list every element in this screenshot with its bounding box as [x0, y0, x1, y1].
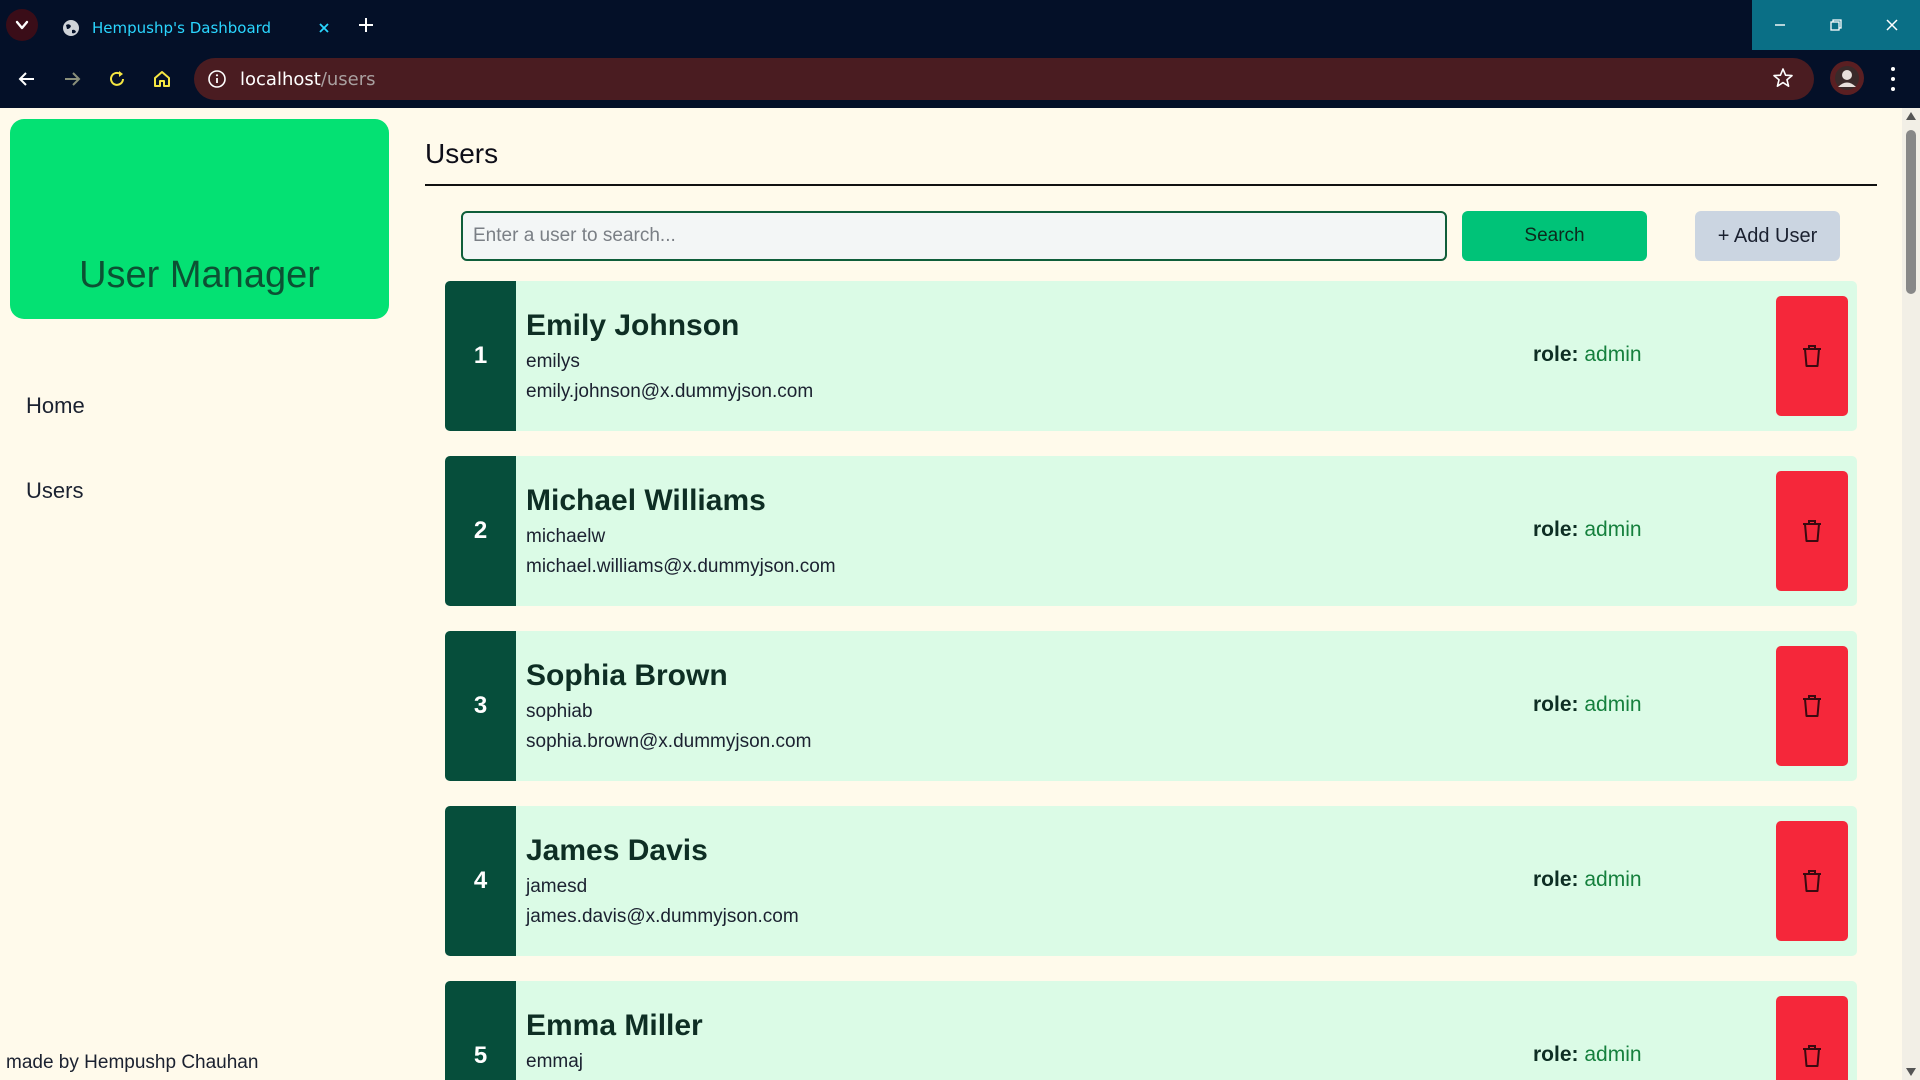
role-value: admin — [1584, 343, 1642, 366]
user-username: jamesd — [526, 876, 588, 897]
user-email: michael.williams@x.dummyjson.com — [526, 556, 836, 577]
user-email: james.davis@x.dummyjson.com — [526, 906, 799, 927]
address-bar[interactable]: localhost/users — [194, 58, 1814, 100]
scroll-thumb[interactable] — [1906, 130, 1916, 294]
profile-avatar[interactable] — [1830, 61, 1864, 95]
role-label: role: — [1533, 518, 1579, 541]
arrow-left-icon — [18, 72, 34, 86]
role-value: admin — [1584, 868, 1642, 891]
user-role: role: admin — [1533, 693, 1642, 717]
user-email: emily.johnson@x.dummyjson.com — [526, 381, 814, 402]
back-button[interactable] — [14, 66, 40, 92]
user-email: sophia.brown@x.dummyjson.com — [526, 731, 812, 752]
role-label: role: — [1533, 693, 1579, 716]
user-name: James Davis — [526, 834, 708, 867]
scroll-up-icon[interactable] — [1906, 112, 1916, 120]
footer-credit: made by Hempushp Chauhan — [6, 1052, 259, 1073]
browser-tab[interactable]: Hempushp's Dashboard — [52, 6, 344, 50]
close-icon — [1886, 19, 1898, 31]
restore-icon — [1830, 19, 1842, 31]
role-value: admin — [1584, 693, 1642, 716]
user-card: 4 James Davis jamesd james.davis@x.dummy… — [445, 806, 1857, 956]
brand-panel: User Manager — [10, 119, 389, 319]
sidebar-item-users[interactable]: Users — [26, 478, 83, 504]
trash-icon — [1803, 695, 1821, 717]
user-username: michaelw — [526, 526, 606, 547]
reload-button[interactable] — [104, 66, 130, 92]
sidebar: User Manager Home Users made by Hempushp… — [0, 108, 400, 1080]
role-value: admin — [1584, 518, 1642, 541]
delete-user-button[interactable] — [1776, 821, 1848, 941]
user-username: emmaj — [526, 1051, 584, 1072]
delete-user-button[interactable] — [1776, 646, 1848, 766]
url-path: /users — [320, 68, 376, 90]
search-button[interactable]: Search — [1462, 211, 1647, 261]
search-input[interactable] — [461, 211, 1447, 261]
page-title: Users — [425, 138, 499, 169]
user-name: Emma Miller — [526, 1009, 703, 1042]
role-label: role: — [1533, 1043, 1579, 1066]
user-name: Emily Johnson — [526, 309, 740, 342]
page-viewport: User Manager Home Users made by Hempushp… — [0, 108, 1902, 1080]
role-label: role: — [1533, 868, 1579, 891]
user-name: Sophia Brown — [526, 659, 728, 692]
trash-icon — [1803, 1045, 1821, 1067]
role-value: admin — [1584, 1043, 1642, 1066]
user-username: sophiab — [526, 701, 593, 722]
user-index: 2 — [445, 456, 516, 606]
arrow-right-icon — [65, 72, 81, 86]
browser-toolbar: localhost/users — [0, 50, 1920, 108]
forward-button[interactable] — [59, 66, 85, 92]
user-index: 1 — [445, 281, 516, 431]
scroll-down-icon[interactable] — [1906, 1068, 1916, 1076]
globe-icon — [63, 20, 79, 36]
user-role: role: admin — [1533, 1043, 1642, 1067]
users-panel: Users Search + Add User 1 Emily Johnson … — [425, 108, 1877, 1080]
user-name: Michael Williams — [526, 484, 766, 517]
user-card: 5 Emma Miller emmaj role: admin — [445, 981, 1857, 1080]
home-icon — [154, 71, 170, 87]
page-scrollbar[interactable] — [1902, 108, 1920, 1080]
site-info-icon[interactable] — [204, 66, 230, 92]
delete-user-button[interactable] — [1776, 296, 1848, 416]
title-divider — [425, 184, 1877, 186]
url-host: localhost — [240, 68, 321, 90]
chevron-down-icon — [15, 20, 29, 30]
trash-icon — [1803, 345, 1821, 367]
trash-icon — [1803, 520, 1821, 542]
browser-tab-bar: Hempushp's Dashboard — [0, 0, 1920, 50]
tab-search-button[interactable] — [6, 9, 38, 41]
user-role: role: admin — [1533, 518, 1642, 542]
minimize-button[interactable] — [1752, 0, 1808, 50]
user-username: emilys — [526, 351, 580, 372]
home-button[interactable] — [149, 66, 175, 92]
user-card: 1 Emily Johnson emilys emily.johnson@x.d… — [445, 281, 1857, 431]
user-card: 2 Michael Williams michaelw michael.will… — [445, 456, 1857, 606]
new-tab-button[interactable] — [352, 11, 380, 39]
close-window-button[interactable] — [1864, 0, 1920, 50]
add-user-button[interactable]: + Add User — [1695, 211, 1840, 261]
close-tab-icon[interactable] — [314, 18, 334, 38]
reload-icon — [110, 71, 124, 86]
user-card: 3 Sophia Brown sophiab sophia.brown@x.du… — [445, 631, 1857, 781]
minimize-icon — [1775, 24, 1785, 26]
user-role: role: admin — [1533, 343, 1642, 367]
brand-title: User Manager — [79, 254, 320, 296]
browser-menu-icon[interactable] — [1886, 64, 1900, 94]
user-index: 3 — [445, 631, 516, 781]
avatar-icon — [1835, 66, 1859, 90]
restore-button[interactable] — [1808, 0, 1864, 50]
delete-user-button[interactable] — [1776, 996, 1848, 1080]
role-label: role: — [1533, 343, 1579, 366]
plus-icon — [359, 18, 373, 32]
bookmark-star-icon[interactable] — [1772, 67, 1796, 91]
user-index: 5 — [445, 981, 516, 1080]
sidebar-item-home[interactable]: Home — [26, 393, 85, 419]
tab-title: Hempushp's Dashboard — [92, 19, 272, 37]
delete-user-button[interactable] — [1776, 471, 1848, 591]
trash-icon — [1803, 870, 1821, 892]
user-role: role: admin — [1533, 868, 1642, 892]
user-index: 4 — [445, 806, 516, 956]
